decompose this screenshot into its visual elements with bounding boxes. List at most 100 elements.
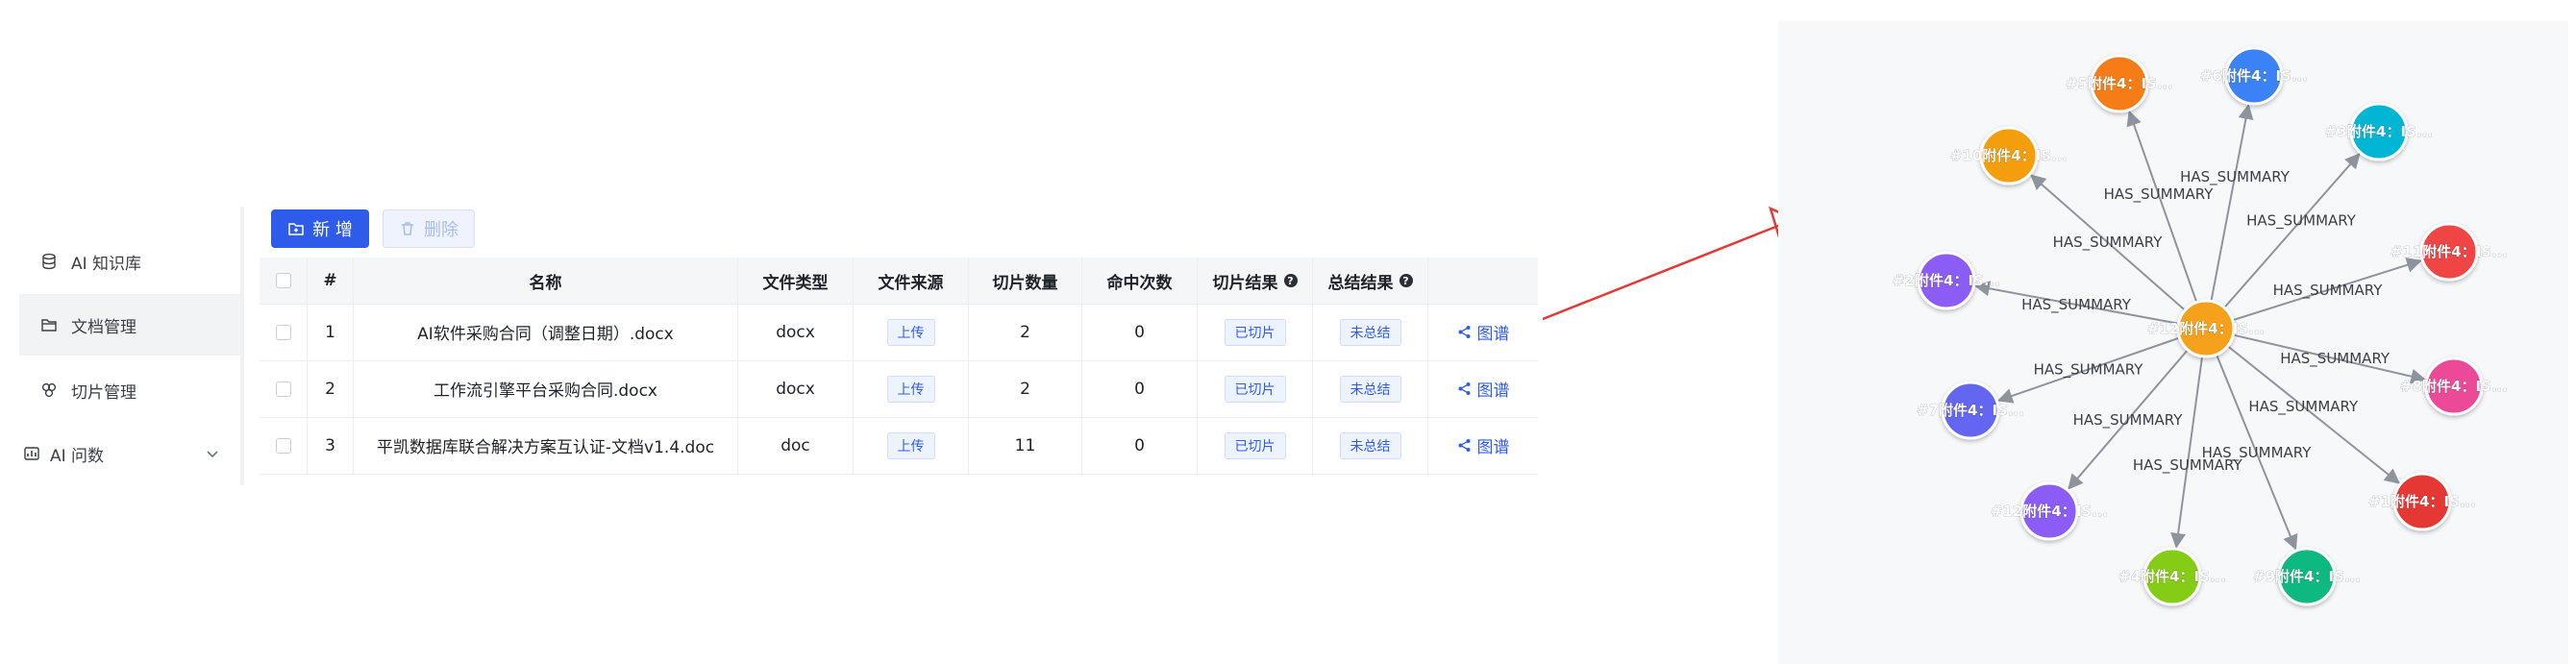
graph-node[interactable]: #6附件4：IS...	[2200, 46, 2308, 106]
sidebar-item-ai-knowledge[interactable]: AI 知识库	[19, 231, 240, 292]
cell-text: 1	[325, 322, 335, 342]
row-file-type: doc	[738, 417, 854, 474]
graph-center-node[interactable]: #12附件4：IS...	[2147, 299, 2265, 358]
graph-node[interactable]: #4附件4：IS...	[2118, 547, 2226, 606]
delete-button[interactable]: 删除	[383, 209, 475, 248]
column-header: 切片数量	[992, 273, 1058, 293]
graph-node[interactable]: #11附件4：IS...	[2390, 222, 2508, 282]
graph-node-label: #12附件4：IS...	[1991, 503, 2108, 520]
graph-node-label: #1附件4：IS...	[2368, 493, 2476, 510]
graph-edge-label: HAS_SUMMARY	[2280, 350, 2390, 368]
header-select-all[interactable]	[260, 258, 308, 304]
row-summary-result: 未总结	[1313, 304, 1428, 360]
header-slice-result: 切片结果?	[1198, 258, 1313, 304]
row-name: AI软件采购合同（调整日期）.docx	[354, 304, 738, 360]
header-slice-count: 切片数量	[969, 258, 1082, 304]
header-name: 名称	[354, 258, 738, 304]
graph-link[interactable]: 图谱	[1457, 320, 1510, 344]
graph-node[interactable]: #5附件4：IS...	[2066, 54, 2173, 113]
graph-node-label: #12附件4：IS...	[2147, 320, 2265, 337]
graph-node[interactable]: #1附件4：IS...	[2368, 472, 2476, 531]
graph-edge-label: HAS_SUMMARY	[2021, 296, 2132, 314]
header-actions	[1428, 258, 1538, 304]
add-button[interactable]: 新 增	[271, 209, 369, 248]
row-index: 3	[308, 417, 354, 474]
header-file-type: 文件类型	[738, 258, 854, 304]
graph-node-label: #4附件4：IS...	[2118, 568, 2226, 585]
table-header: # 名称 文件类型 文件来源 切片数量 命中次数 切片结果? 总结结果?	[260, 258, 1538, 305]
sidebar-divider	[240, 207, 244, 485]
graph-node[interactable]: #9附件4：IS...	[2253, 547, 2361, 606]
database-icon	[40, 253, 58, 270]
share-icon	[1457, 381, 1472, 396]
sidebar-group-ai-query[interactable]: AI 问数	[19, 423, 240, 484]
help-icon[interactable]: ?	[1283, 274, 1298, 287]
cell-text: 11	[1014, 435, 1036, 455]
cell-text: docx	[776, 379, 815, 399]
cell-text: 2	[325, 379, 335, 399]
slices-icon	[40, 381, 58, 399]
row-actions: 图谱	[1428, 360, 1538, 417]
sidebar-item-slice-management[interactable]: 切片管理	[19, 359, 240, 421]
row-select[interactable]	[260, 304, 308, 360]
row-name: 平凯数据库联合解决方案互认证-文档v1.4.doc	[354, 417, 738, 474]
column-header: #	[323, 271, 337, 290]
folder-icon	[40, 316, 58, 333]
column-header: 名称	[529, 273, 562, 293]
graph-edge-label: HAS_SUMMARY	[2180, 168, 2291, 186]
graph-edge-label: HAS_SUMMARY	[2273, 282, 2384, 300]
graph-node-label: #8附件4：IS...	[2400, 378, 2508, 395]
checkbox[interactable]	[275, 273, 291, 288]
column-header: 文件来源	[878, 273, 944, 293]
graph-link[interactable]: 图谱	[1457, 433, 1510, 457]
row-index: 2	[308, 360, 354, 417]
row-file-source: 上传	[854, 360, 969, 417]
graph-link[interactable]: 图谱	[1457, 377, 1510, 401]
cell-text: 2	[1020, 379, 1030, 399]
graph-node[interactable]: #7附件4：IS...	[1917, 381, 2024, 440]
row-select[interactable]	[260, 360, 308, 417]
graph-node[interactable]: #3附件4：IS...	[2325, 102, 2433, 161]
row-actions: 图谱	[1428, 417, 1538, 474]
graph-link-label: 图谱	[1476, 381, 1510, 401]
graph-edge-label: HAS_SUMMARY	[2202, 444, 2313, 462]
add-button-label: 新 增	[312, 220, 353, 240]
chevron-down-icon[interactable]	[206, 446, 219, 459]
graph-link-label: 图谱	[1476, 438, 1510, 457]
row-slice-count: 2	[969, 304, 1082, 360]
help-icon[interactable]: ?	[1399, 274, 1413, 287]
sidebar-item-document-management[interactable]: 文档管理	[19, 294, 240, 356]
graph-node-label: #5附件4：IS...	[2066, 75, 2173, 92]
sidebar: AI 知识库 文档管理 切片管理 AI 问数	[19, 231, 240, 490]
knowledge-graph[interactable]: HAS_SUMMARY HAS_SUMMARY HAS_SUMMARY HAS_SUM…	[1778, 21, 2568, 664]
row-name: 工作流引擎平台采购合同.docx	[354, 360, 738, 417]
sidebar-item-label: 切片管理	[71, 382, 136, 403]
graph-node-label: #3附件4：IS...	[2325, 123, 2433, 140]
graph-node[interactable]: #8附件4：IS...	[2400, 357, 2508, 416]
column-header: 文件类型	[762, 273, 829, 293]
header-summary-result: 总结结果?	[1313, 258, 1428, 304]
sidebar-item-label: AI 知识库	[71, 254, 142, 274]
graph-node[interactable]: #2附件4：IS...	[1893, 251, 2000, 310]
knowledge-graph-panel[interactable]: HAS_SUMMARY HAS_SUMMARY HAS_SUMMARY HAS_SUM…	[1778, 21, 2568, 664]
row-hit-count: 0	[1082, 304, 1198, 360]
checkbox[interactable]	[275, 381, 291, 397]
graph-edge-label: HAS_SUMMARY	[2034, 361, 2144, 380]
row-slice-count: 2	[969, 360, 1082, 417]
graph-node[interactable]: #10附件4：IS...	[1950, 126, 2068, 185]
graph-node[interactable]: #12附件4：IS...	[1991, 481, 2108, 541]
graph-link-label: 图谱	[1476, 325, 1510, 344]
cell-text: doc	[780, 435, 810, 455]
table-row: 2 工作流引擎平台采购合同.docx docx 上传 2 0 已切片 未总结 图…	[260, 360, 1538, 418]
arrow-line	[1542, 222, 1784, 321]
graph-edge-label: HAS_SUMMARY	[2248, 398, 2359, 416]
cell-text: 3	[325, 435, 335, 455]
row-slice-result: 已切片	[1198, 360, 1313, 417]
share-icon	[1457, 438, 1472, 453]
row-slice-count: 11	[969, 417, 1082, 474]
graph-edge	[2126, 110, 2198, 303]
checkbox[interactable]	[275, 437, 291, 454]
row-select[interactable]	[260, 417, 308, 474]
trash-icon	[399, 220, 416, 237]
checkbox[interactable]	[275, 324, 291, 340]
